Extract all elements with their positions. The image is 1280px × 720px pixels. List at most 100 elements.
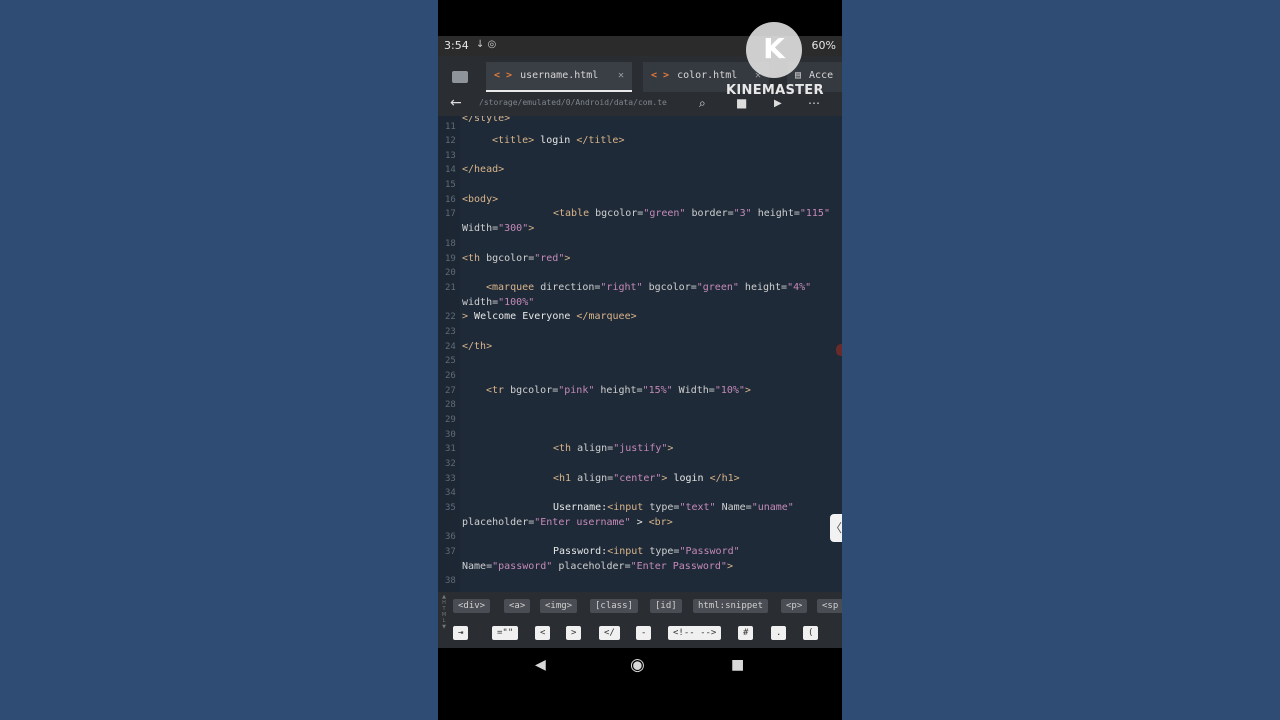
code-token: type= — [643, 546, 680, 557]
code-line: 33 <h1 align="center"> login </h1> — [438, 472, 842, 486]
code-token: Width= — [462, 223, 499, 234]
code-editor[interactable]: </style> 11 12 <title> login </title> 13 14 </… — [438, 116, 842, 592]
code-token: <input — [607, 546, 644, 557]
code-token: direction= — [534, 282, 601, 293]
close-icon[interactable]: ✕ — [618, 62, 624, 90]
code-line: 11 — [438, 120, 842, 134]
symbol-key[interactable]: - — [636, 626, 652, 640]
notification-icons: ↓ ◎ — [476, 39, 497, 50]
code-line: 21 <marquee direction="right" bgcolor="gr… — [438, 281, 842, 295]
code-line: width="100%" — [438, 296, 842, 310]
code-token: "Enter username" — [534, 517, 631, 528]
code-text: placeholder="Enter username" > <br> — [462, 516, 673, 530]
back-arrow-icon[interactable]: ← — [450, 95, 462, 111]
snippet-chip[interactable]: <a> — [504, 599, 531, 613]
symbol-key[interactable]: <!-- --> — [668, 626, 722, 640]
code-line: Name="password" placeholder="Enter Passw… — [438, 560, 842, 574]
symbol-key[interactable]: # — [738, 626, 754, 640]
folder-icon[interactable] — [452, 71, 468, 83]
symbol-key[interactable]: ( — [803, 626, 819, 640]
code-line: 34 — [438, 486, 842, 500]
code-token: bgcolor= — [589, 208, 644, 219]
code-token: </h1> — [709, 473, 740, 484]
code-token: > — [528, 223, 535, 234]
symbol-key[interactable]: ⇥ — [453, 626, 469, 640]
snippet-chip[interactable]: <sp — [817, 599, 842, 613]
code-token: bgcolor= — [480, 253, 535, 264]
line-number: 34 — [445, 488, 456, 498]
code-token: "Enter Password" — [630, 561, 727, 572]
code-text: <h1 align="center"> login </h1> — [553, 472, 740, 486]
snippet-chip[interactable]: <div> — [453, 599, 491, 613]
symbol-key[interactable]: > — [566, 626, 582, 640]
line-number: 16 — [445, 195, 456, 205]
code-text: <tr bgcolor="pink" height="15%" Width="1… — [486, 384, 751, 398]
code-token: placeholder= — [552, 561, 631, 572]
code-token: align= — [571, 473, 614, 484]
symbol-key[interactable]: </ — [599, 626, 620, 640]
snippet-chip[interactable]: html:snippet — [693, 599, 769, 613]
code-token: height= — [594, 385, 643, 396]
code-token: > — [667, 443, 674, 454]
snippet-chip[interactable]: [class] — [590, 599, 638, 613]
logo-mark: K — [763, 32, 785, 65]
more-icon[interactable]: ⋯ — [808, 96, 820, 110]
tab-username-html[interactable]: < > username.html ✕ — [486, 62, 632, 92]
code-line: 18 — [438, 237, 842, 251]
code-token: <body> — [462, 194, 499, 205]
code-token: <table — [553, 208, 590, 219]
line-number: 38 — [445, 576, 456, 586]
code-text: Name="password" placeholder="Enter Passw… — [462, 560, 733, 574]
nav-recents-icon[interactable]: ■ — [731, 657, 744, 673]
code-line: 36 — [438, 530, 842, 544]
snippet-chip[interactable]: <img> — [540, 599, 578, 613]
code-line: 16 <body> — [438, 193, 842, 207]
line-number: 14 — [445, 165, 456, 175]
symbol-key[interactable]: . — [771, 626, 787, 640]
code-line: 37 Password:<input type="Password" — [438, 545, 842, 559]
code-token: <br> — [648, 517, 673, 528]
symbol-key[interactable]: ="" — [492, 626, 519, 640]
code-icon: < > — [651, 70, 670, 81]
code-token: align= — [571, 443, 614, 454]
code-line: 25 — [438, 354, 842, 368]
file-path: /storage/emulated/0/Android/data/com.te — [479, 98, 667, 107]
nav-back-icon[interactable]: ◀ — [535, 657, 546, 673]
code-line: 17 <table bgcolor="green" border="3" heig… — [438, 207, 842, 221]
code-line: 19 <th bgcolor="red"> — [438, 252, 842, 266]
code-token: <marquee — [486, 282, 535, 293]
code-token: </title> — [576, 135, 625, 146]
symbol-key[interactable]: < — [535, 626, 551, 640]
tab-label: Acce — [809, 70, 834, 81]
line-number: 11 — [445, 122, 456, 132]
background-right — [842, 0, 1280, 720]
panel-handle[interactable]: 〈 — [830, 514, 842, 542]
line-number: 25 — [445, 356, 456, 366]
code-token: "15%" — [642, 385, 673, 396]
code-token: "green" — [643, 208, 686, 219]
code-token: "115" — [799, 208, 830, 219]
code-token: <th — [553, 443, 572, 454]
save-icon[interactable]: ■ — [736, 96, 747, 110]
code-line: 28 — [438, 398, 842, 412]
code-text: <body> — [462, 193, 498, 207]
snippet-chip[interactable]: <p> — [781, 599, 808, 613]
code-text: <title> login </title> — [492, 134, 624, 148]
code-line: 32 — [438, 457, 842, 471]
line-number: 19 — [445, 254, 456, 264]
code-token: "password" — [492, 561, 553, 572]
line-number: 28 — [445, 400, 456, 410]
search-icon[interactable]: ⌕ — [699, 96, 706, 111]
code-line: 24 </th> — [438, 340, 842, 354]
snippet-chip[interactable]: [id] — [650, 599, 682, 613]
code-token: height= — [738, 282, 788, 293]
code-text: </th> — [462, 340, 492, 354]
play-icon[interactable]: ▶ — [774, 98, 782, 109]
code-token: > — [744, 385, 751, 396]
side-strip[interactable]: ▲ H T M L ▼ — [440, 594, 448, 646]
kinemaster-logo: K — [746, 22, 802, 78]
line-number: 13 — [445, 151, 456, 161]
line-number: 23 — [445, 327, 456, 337]
nav-home-icon[interactable]: ◉ — [630, 655, 645, 675]
code-token: <tr — [486, 385, 505, 396]
